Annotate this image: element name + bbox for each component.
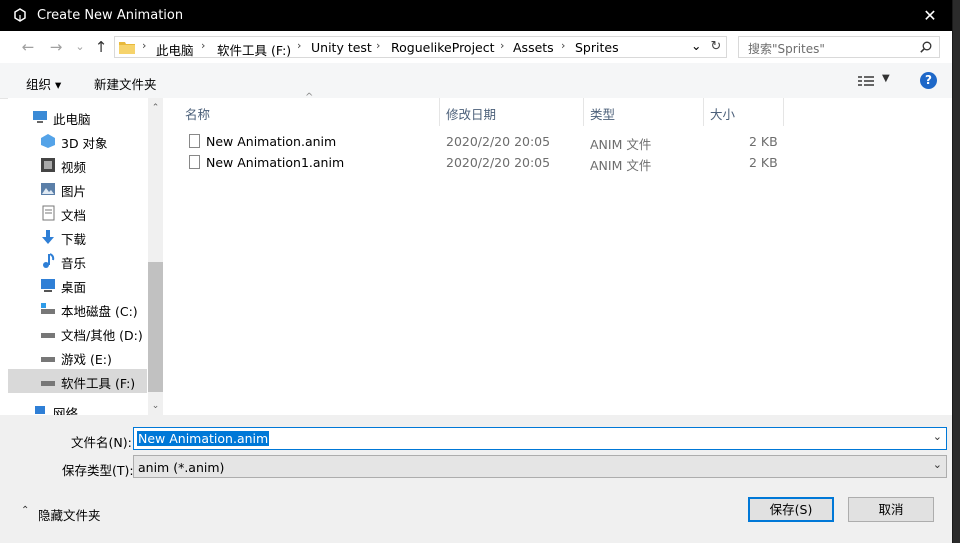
drive-icon: [41, 303, 55, 314]
scroll-up-arrow-icon[interactable]: ⌃: [148, 100, 163, 116]
sidebar-item-this-pc[interactable]: 此电脑: [8, 105, 147, 129]
breadcrumb-roguelike-project[interactable]: RoguelikeProject: [391, 40, 495, 55]
filename-input[interactable]: New Animation.anim ⌄: [133, 427, 947, 450]
recent-locations-button[interactable]: ⌄: [72, 39, 88, 55]
up-button[interactable]: ↑: [93, 39, 109, 55]
sidebar-item-network[interactable]: 网络: [8, 399, 147, 415]
background-window-edge: [953, 0, 960, 543]
file-modified: 2020/2/20 20:05: [446, 155, 551, 170]
file-type: ANIM 文件: [590, 137, 652, 152]
sidebar-item-video[interactable]: 视频: [8, 153, 147, 177]
unity-icon: [14, 8, 26, 22]
command-bar: 组织 ▾ 新建文件夹 ▼: [0, 63, 952, 99]
documents-icon: [42, 205, 55, 221]
file-icon: [189, 155, 200, 169]
drive-icon: [41, 357, 55, 362]
file-name: New Animation1.anim: [206, 155, 345, 170]
sidebar-item-music[interactable]: 音乐: [8, 249, 147, 273]
column-header-size[interactable]: 大小: [710, 104, 735, 123]
folder-icon: [119, 42, 135, 54]
computer-icon: [33, 111, 47, 123]
sidebar-item-drive-f[interactable]: 软件工具 (F:): [8, 369, 147, 393]
navigation-pane: 此电脑 3D 对象 视频 图片 文档 下载 音乐 桌面 本地磁盘 (C:) 文档…: [8, 98, 148, 415]
sidebar-item-pictures[interactable]: 图片: [8, 177, 147, 201]
search-input[interactable]: 搜索"Sprites": [738, 36, 940, 58]
sidebar-scrollbar-thumb[interactable]: [148, 262, 163, 392]
new-folder-button[interactable]: 新建文件夹: [94, 74, 157, 93]
address-bar[interactable]: › 此电脑 › 软件工具 (F:) › Unity test › Rogueli…: [114, 36, 727, 58]
save-dialog: Create New Animation ✕ ← → ⌄ ↑ › 此电脑 › 软…: [0, 0, 953, 543]
network-icon: [35, 406, 45, 414]
breadcrumb-assets[interactable]: Assets: [513, 40, 554, 55]
sidebar-item-drive-e[interactable]: 游戏 (E:): [8, 345, 147, 369]
column-header-name[interactable]: 名称: [185, 104, 210, 123]
sort-ascending-icon: ^: [305, 92, 314, 103]
3d-objects-icon: [41, 134, 55, 148]
view-options-icon[interactable]: [858, 75, 874, 87]
sidebar-item-documents[interactable]: 文档: [8, 201, 147, 225]
save-button[interactable]: 保存(S): [748, 497, 834, 522]
file-modified: 2020/2/20 20:05: [446, 134, 551, 149]
desktop-icon: [41, 279, 55, 292]
back-button[interactable]: ←: [20, 39, 36, 55]
column-header-type[interactable]: 类型: [590, 104, 615, 123]
scroll-down-arrow-icon[interactable]: ⌄: [148, 398, 163, 414]
sidebar-item-drive-c[interactable]: 本地磁盘 (C:): [8, 297, 147, 321]
organize-button[interactable]: 组织 ▾: [26, 74, 61, 93]
column-header-modified[interactable]: 修改日期: [446, 104, 496, 123]
help-button[interactable]: ?: [920, 72, 937, 89]
download-icon: [42, 230, 54, 244]
drive-icon: [41, 333, 55, 338]
search-icon: [920, 41, 932, 53]
breadcrumb-this-pc[interactable]: 此电脑: [156, 40, 194, 59]
filename-label: 文件名(N):: [71, 435, 132, 450]
music-icon: [43, 253, 55, 268]
close-button[interactable]: ✕: [907, 0, 952, 31]
file-type: ANIM 文件: [590, 158, 652, 173]
search-placeholder: 搜索"Sprites": [748, 42, 825, 56]
refresh-button[interactable]: ↻: [706, 37, 726, 57]
filetype-select-value: anim (*.anim): [138, 460, 225, 475]
hide-folders-toggle[interactable]: 隐藏文件夹: [38, 505, 101, 524]
address-history-chevron-icon[interactable]: ⌄: [691, 38, 701, 53]
filename-dropdown-icon[interactable]: ⌄: [933, 430, 942, 443]
forward-button[interactable]: →: [48, 39, 64, 55]
pictures-icon: [41, 183, 55, 195]
sidebar-item-drive-d[interactable]: 文档/其他 (D:): [8, 321, 147, 345]
file-size: 2 KB: [749, 134, 778, 149]
sidebar-item-3d-objects[interactable]: 3D 对象: [8, 129, 147, 153]
drive-icon: [41, 381, 55, 386]
breadcrumb-sprites[interactable]: Sprites: [575, 40, 619, 55]
sidebar-item-downloads[interactable]: 下载: [8, 225, 147, 249]
breadcrumb-drive-f[interactable]: 软件工具 (F:): [217, 40, 291, 59]
filetype-dropdown-icon: ⌄: [932, 458, 942, 471]
cancel-button[interactable]: 取消: [848, 497, 934, 522]
video-icon: [41, 158, 55, 172]
hide-folders-chevron-icon[interactable]: ⌃: [21, 505, 29, 516]
file-size: 2 KB: [749, 155, 778, 170]
breadcrumb-unity-test[interactable]: Unity test: [311, 40, 372, 55]
filetype-select[interactable]: anim (*.anim) ⌄: [133, 455, 947, 478]
title-bar: Create New Animation ✕: [0, 0, 952, 31]
filetype-label: 保存类型(T):: [62, 463, 134, 478]
window-title: Create New Animation: [37, 8, 184, 23]
sidebar-item-desktop[interactable]: 桌面: [8, 273, 147, 297]
file-icon: [189, 134, 200, 148]
file-name: New Animation.anim: [206, 134, 337, 149]
filename-input-value: New Animation.anim: [137, 431, 270, 446]
view-dropdown-icon[interactable]: ▼: [882, 73, 890, 84]
